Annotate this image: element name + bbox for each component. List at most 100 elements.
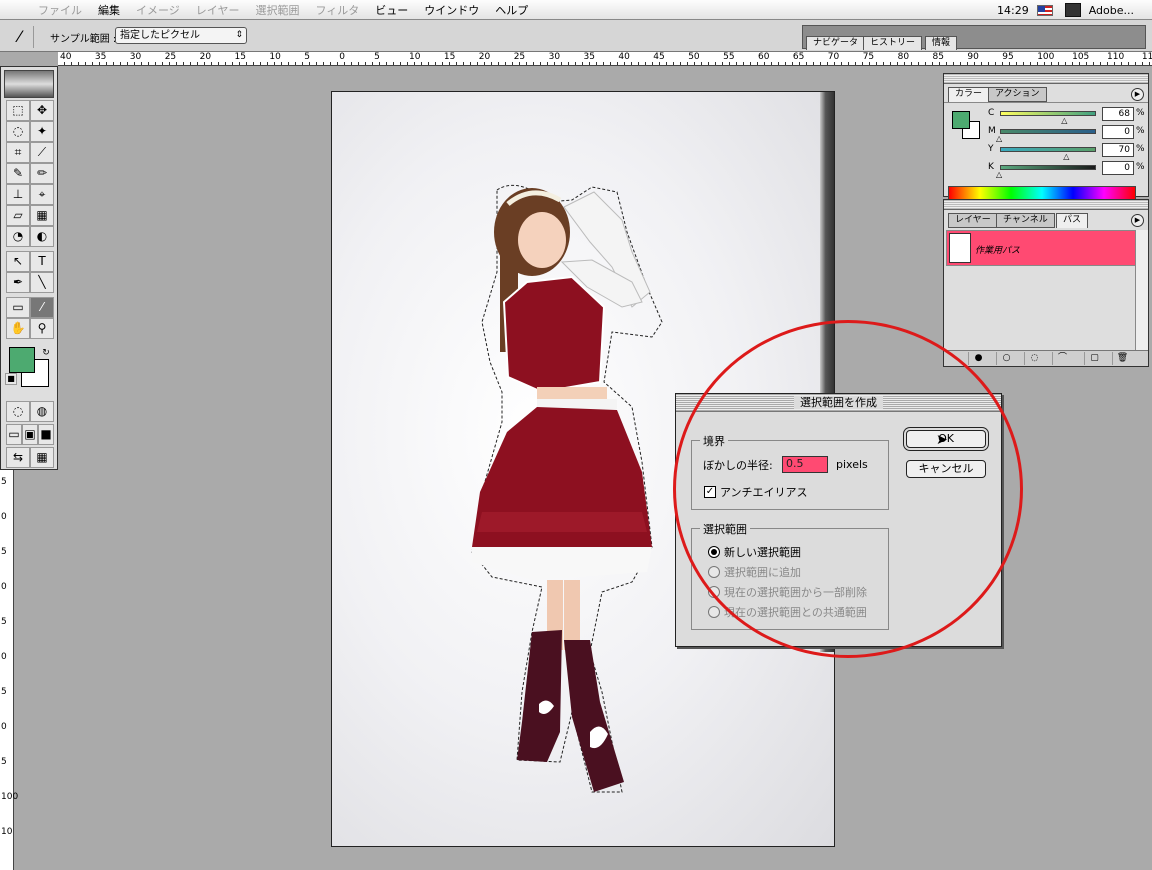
keyboard-layout-flag-icon[interactable] [1036, 4, 1053, 16]
color-spectrum-bar[interactable] [948, 186, 1136, 200]
blur-tool-icon[interactable]: ◔ [6, 226, 30, 247]
menubar-clock[interactable]: 14:29 [997, 4, 1029, 17]
stroke-path-icon[interactable]: ○ [996, 352, 1016, 365]
horizontal-ruler[interactable]: 40 35 30 25 20 15 10 5 0 5 10 15 20 25 30 35 40 45 50 55 60 6… [58, 52, 1152, 66]
menu-edit[interactable]: 編集 [90, 2, 128, 18]
crop-tool-icon[interactable]: ⌗ [6, 142, 30, 163]
channel-slider-thumb[interactable]: △ [996, 135, 1002, 143]
ruler-number: 100 [1037, 52, 1055, 62]
screen-mode-full-icon[interactable]: ■ [38, 424, 54, 445]
airbrush-tool-icon[interactable]: ✎ [6, 163, 30, 184]
pencil-tool-icon[interactable]: ✏ [30, 163, 54, 184]
channel-slider-thumb[interactable]: △ [1061, 117, 1067, 125]
type-tool-icon[interactable]: T [30, 251, 54, 272]
channel-slider-thumb[interactable]: △ [1063, 153, 1069, 161]
palette-titlebar[interactable] [944, 200, 1148, 210]
channel-slider[interactable] [1000, 165, 1096, 170]
menu-window[interactable]: ウインドウ [416, 2, 487, 18]
hand-tool-icon[interactable]: ✋ [6, 318, 30, 339]
marquee-tool-icon[interactable]: ⬚ [6, 100, 30, 121]
well-tab-history[interactable]: ヒストリー [863, 36, 923, 50]
standard-mode-icon[interactable]: ◌ [6, 401, 30, 422]
selection-operation-radio[interactable] [708, 606, 720, 618]
magic-wand-tool-icon[interactable]: ✦ [30, 121, 54, 142]
jump-to-imageready-icon[interactable]: ⇆ [6, 447, 30, 468]
channel-value-input[interactable]: 0 [1102, 125, 1134, 139]
quick-mask-icon[interactable]: ◍ [30, 401, 54, 422]
color-fg-swatch[interactable] [952, 111, 970, 129]
slice-tool-icon[interactable]: ⟋ [30, 142, 54, 163]
stamp-tool-icon[interactable]: ⊥ [6, 184, 30, 205]
application-icon[interactable] [1064, 3, 1081, 17]
menu-layer[interactable]: レイヤー [188, 2, 248, 18]
default-colors-icon[interactable]: ■ [5, 373, 17, 385]
well-tab-navigator[interactable]: ナビゲータ [806, 36, 866, 50]
screen-mode-full-menu-icon[interactable]: ▣ [22, 424, 38, 445]
swap-colors-icon[interactable]: ↻ [39, 347, 53, 361]
menu-file[interactable]: ファイル [30, 2, 90, 18]
menu-help[interactable]: ヘルプ [487, 2, 536, 18]
pen-tool-icon[interactable]: ✒ [6, 272, 30, 293]
channel-value-input[interactable]: 68 [1102, 107, 1134, 121]
tab-actions[interactable]: アクション [988, 87, 1047, 102]
channel-slider[interactable] [1000, 147, 1096, 152]
feather-radius-input[interactable]: 0.5 [782, 456, 828, 473]
foreground-color-swatch[interactable] [9, 347, 35, 373]
eraser-tool-icon[interactable]: ▱ [6, 205, 30, 226]
selection-operation-radio[interactable] [708, 566, 720, 578]
history-brush-tool-icon[interactable]: ⌖ [30, 184, 54, 205]
new-path-icon[interactable]: ▢ [1084, 352, 1104, 365]
path-thumbnail [949, 233, 971, 263]
channel-slider-thumb[interactable]: △ [996, 171, 1002, 179]
channel-value-input[interactable]: 0 [1102, 161, 1134, 175]
menu-view[interactable]: ビュー [367, 2, 416, 18]
tab-paths[interactable]: パス [1056, 213, 1089, 228]
paths-footer: ● ○ ◌ ⌒ ▢ 🗑 [944, 350, 1148, 366]
delete-path-icon[interactable]: 🗑 [1112, 352, 1132, 365]
anti-aliased-checkbox[interactable]: ✓ [704, 486, 716, 498]
selection-operation-radio[interactable] [708, 546, 720, 558]
vertical-ruler[interactable]: 5 0 5 0 5 0 5 0 5 100 10 [0, 470, 18, 870]
lasso-tool-icon[interactable]: ◌ [6, 121, 30, 142]
palette-titlebar[interactable] [944, 74, 1148, 84]
palette-menu-icon[interactable]: ▶ [1131, 214, 1144, 227]
path-row-work-path[interactable]: 作業用パス [946, 230, 1136, 266]
load-selection-icon[interactable]: ◌ [1024, 352, 1044, 365]
ruler-number: 25 [513, 52, 526, 62]
gradient-tool-icon[interactable]: ▦ [30, 205, 54, 226]
ruler-number: 70 [827, 52, 840, 62]
menu-filter[interactable]: フィルタ [307, 2, 367, 18]
selection-operation-radio[interactable] [708, 586, 720, 598]
make-work-path-icon[interactable]: ⌒ [1052, 352, 1072, 365]
move-tool-icon[interactable]: ✥ [30, 100, 54, 121]
eyedropper-preset-icon[interactable]: ⁄ [6, 26, 34, 48]
eyedropper-tool-icon[interactable]: ⁄ [30, 297, 54, 318]
dodge-tool-icon[interactable]: ◐ [30, 226, 54, 247]
application-menu[interactable]: Adobe... [1085, 4, 1152, 17]
line-tool-icon[interactable]: ╲ [30, 272, 54, 293]
dialog-titlebar[interactable]: 選択範囲を作成 [676, 394, 1001, 412]
cancel-button[interactable]: キャンセル [906, 460, 986, 478]
menu-image[interactable]: イメージ [128, 2, 188, 18]
tab-color[interactable]: カラー [948, 87, 990, 102]
tab-layers[interactable]: レイヤー [948, 213, 998, 228]
imageready-icon[interactable]: ▦ [30, 447, 54, 468]
tab-channels[interactable]: チャンネル [996, 213, 1055, 228]
channel-slider[interactable] [1000, 111, 1096, 116]
well-tab-info[interactable]: 情報 [925, 36, 958, 50]
screen-mode-standard-icon[interactable]: ▭ [6, 424, 22, 445]
channel-value-input[interactable]: 70 [1102, 143, 1134, 157]
palette-menu-icon[interactable]: ▶ [1131, 88, 1144, 101]
notes-tool-icon[interactable]: ▭ [6, 297, 30, 318]
percent-unit: % [1136, 144, 1145, 154]
zoom-tool-icon[interactable]: ⚲ [30, 318, 54, 339]
menu-select[interactable]: 選択範囲 [247, 2, 307, 18]
channel-label: Y [988, 144, 994, 154]
fill-path-icon[interactable]: ● [968, 352, 988, 365]
channel-slider[interactable] [1000, 129, 1096, 134]
toolbox-logo[interactable] [4, 70, 54, 98]
sample-size-select[interactable]: 指定したピクセル ⇕ [115, 27, 247, 44]
channel-label: K [988, 162, 994, 172]
path-select-tool-icon[interactable]: ↖ [6, 251, 30, 272]
paths-scrollbar[interactable] [1135, 230, 1148, 350]
